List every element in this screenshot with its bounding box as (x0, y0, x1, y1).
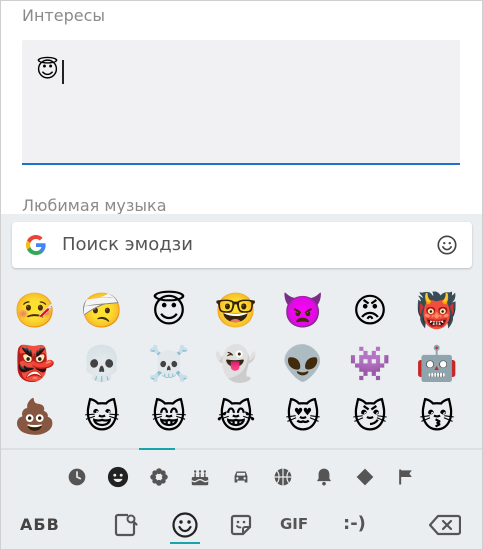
screenshot-frame (0, 0, 483, 550)
